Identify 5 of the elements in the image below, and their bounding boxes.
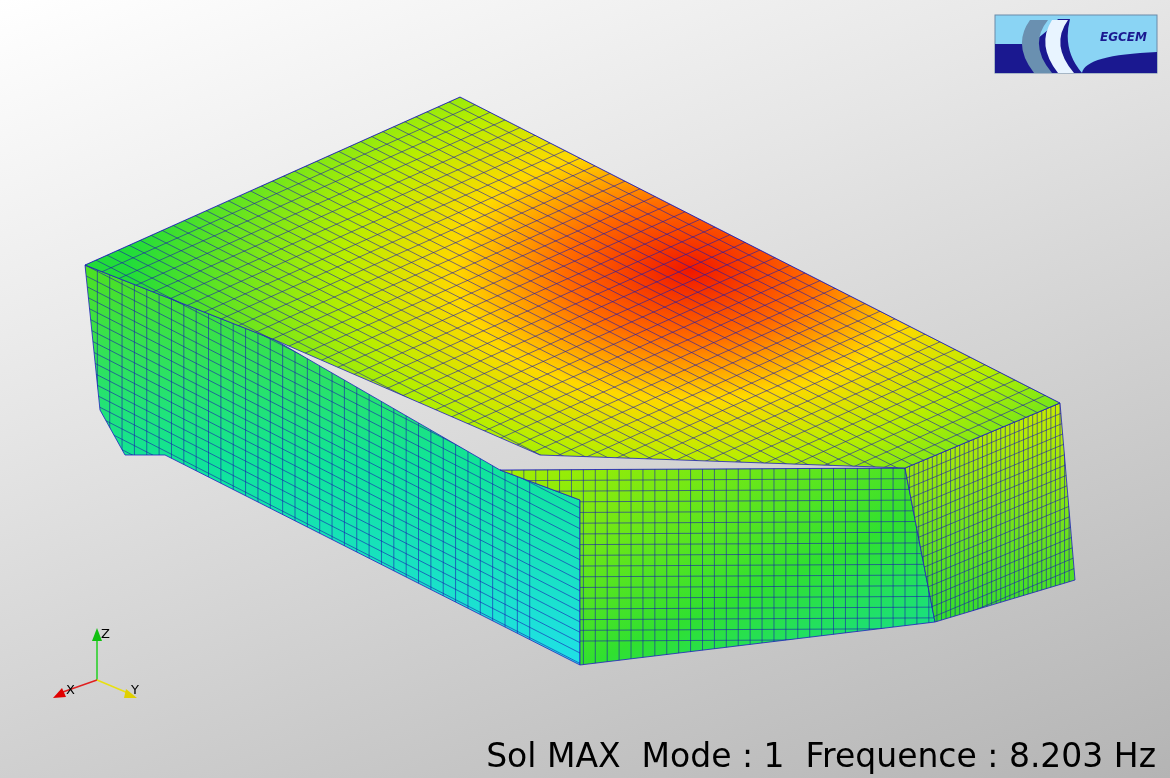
mode-frequency-caption: Sol MAX Mode : 1 Frequence : 8.203 Hz [486, 739, 1156, 772]
axis-triad-icon [53, 628, 137, 698]
logo-text: EGCEM [1100, 30, 1147, 44]
z-axis-label: Z [101, 626, 110, 641]
y-axis-label: Y [131, 682, 139, 697]
